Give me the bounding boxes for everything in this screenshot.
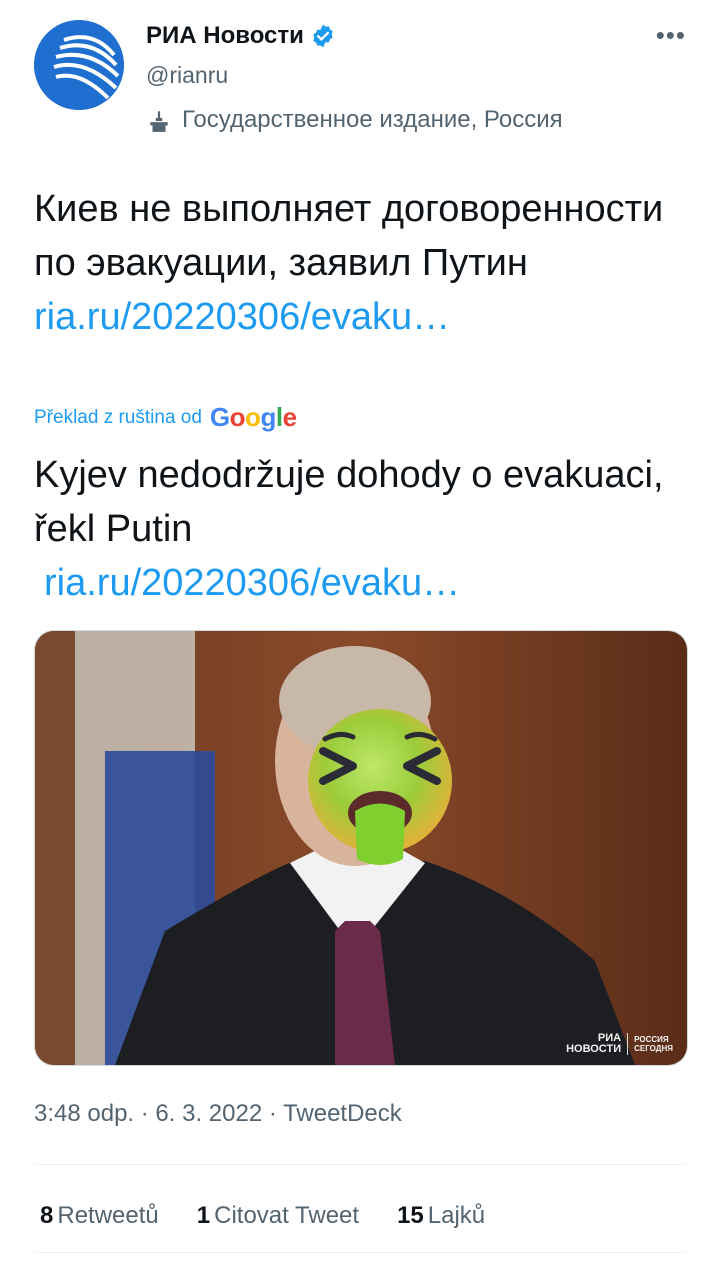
divider [34, 1164, 686, 1165]
author-name[interactable]: РИА Новости [146, 22, 304, 50]
retweets-label: Retweetů [57, 1202, 159, 1229]
retweets-stat[interactable]: 8 Retweetů [40, 1202, 159, 1230]
tweet-link[interactable]: ria.ru/20220306/evaku… [34, 296, 450, 338]
more-options-icon[interactable]: ••• [656, 20, 686, 51]
watermark-line2: НОВОСТИ [566, 1043, 622, 1055]
translated-text: Kyjev nedodržuje dohody o evakuaci, řekl… [34, 448, 694, 610]
translated-link[interactable]: ria.ru/20220306/evaku… [44, 562, 460, 604]
photo-watermark: РИА НОВОСТИ РОССИЯ СЕГОДНЯ [566, 1033, 673, 1055]
verified-badge-icon [313, 24, 333, 48]
translate-label: Překlad z ruština od [34, 406, 202, 428]
translated-body: Kyjev nedodržuje dohody o evakuaci, řekl… [34, 454, 664, 550]
retweets-count: 8 [40, 1202, 54, 1229]
quotes-stat[interactable]: 1 Citovat Tweet [197, 1202, 359, 1230]
tweet-photo[interactable]: РИА НОВОСТИ РОССИЯ СЕГОДНЯ [34, 630, 688, 1066]
author-name-row[interactable]: РИА Новости [146, 22, 336, 50]
quotes-count: 1 [196, 1202, 211, 1229]
author-handle[interactable]: @rianru [146, 62, 228, 89]
tweet-stats: 8 Retweetů 1 Citovat Tweet 15 Lajků [40, 1202, 523, 1230]
avatar[interactable] [34, 20, 124, 110]
likes-stat[interactable]: 15 Lajků [397, 1202, 485, 1230]
watermark-right2: СЕГОДНЯ [634, 1044, 673, 1053]
divider [34, 1252, 686, 1253]
tweet-body: Киев не выполняет договоренности по эвак… [34, 188, 664, 284]
quotes-label: Citovat Tweet [214, 1202, 360, 1229]
google-logo: Google [209, 402, 297, 432]
tweet-text: Киев не выполняет договоренности по эвак… [34, 182, 694, 344]
watermark-right1: РОССИЯ [634, 1035, 669, 1044]
government-podium-icon [150, 111, 168, 132]
ria-logo-icon [34, 20, 124, 110]
tweet-timestamp[interactable]: 3:48 odp. · 6. 3. 2022 · TweetDeck [34, 1100, 402, 1128]
likes-label: Lajků [427, 1202, 486, 1229]
affiliation-label[interactable]: Государственное издание, Россия [146, 106, 563, 134]
affiliation-text: Государственное издание, Россия [182, 106, 563, 133]
photo-illustration [35, 631, 687, 1065]
translation-attribution: Překlad z ruština od Google [34, 402, 297, 433]
likes-count: 15 [397, 1202, 424, 1229]
